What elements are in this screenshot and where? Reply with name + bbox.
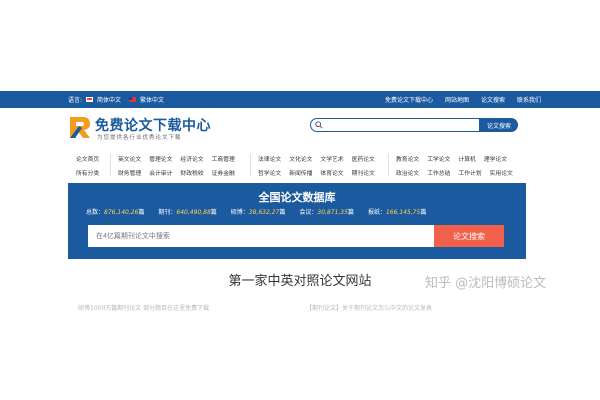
- main-search-button[interactable]: 论文搜索: [434, 225, 504, 247]
- language-label: 语言:: [68, 97, 83, 104]
- nav-item[interactable]: 期刊论文: [352, 168, 375, 177]
- top-link-search[interactable]: 论文搜索: [481, 95, 505, 104]
- stat-thesis: 硕博：38,632,27篇: [230, 209, 286, 216]
- nav-item[interactable]: 医药论文: [352, 154, 375, 163]
- category-nav: 论文首页 所有分类 英文论文 管理论文 经济论文 工商管理 财务管理 会计审计 …: [68, 150, 528, 180]
- main-search-input[interactable]: [88, 225, 434, 247]
- search-icon: [315, 121, 323, 129]
- list-item[interactable]: 硕博1000万篇期刊论文 部分题目在这里免费下载: [78, 303, 209, 312]
- top-bar: 语言: 简体中文 繁体中文 免费论文下载中心 网站地图 论文搜索 联系我们: [0, 91, 600, 108]
- nav-group-home: 论文首页 所有分类: [76, 154, 99, 177]
- header-search-box: [310, 118, 480, 132]
- list-item[interactable]: 【期刊论文】关于期刊论文怎么中文的论文发表: [306, 303, 432, 312]
- nav-item[interactable]: 法律论文: [258, 154, 281, 163]
- database-banner: 全国论文数据库 总数：876,140,26篇 期刊：640,490,88篇 硕博…: [68, 183, 526, 259]
- nav-divider: [110, 154, 111, 176]
- logo-title: 免费论文下载中心: [95, 118, 211, 134]
- header-search-button[interactable]: 论文搜索: [480, 118, 518, 132]
- nav-item[interactable]: 证券金融: [212, 168, 235, 177]
- top-links: 免费论文下载中心 网站地图 论文搜索 联系我们: [385, 95, 541, 104]
- nav-group-humanities: 法律论文 文化论文 文学艺术 医药论文 哲学论文 新闻传播 体育论文 期刊论文: [258, 154, 375, 177]
- flag-tw-icon: [129, 97, 137, 102]
- nav-item[interactable]: 财政税收: [180, 168, 203, 177]
- stat-newspaper: 报纸：166,145,75篇: [367, 209, 427, 216]
- nav-item[interactable]: 管理论文: [149, 154, 172, 163]
- top-link-sitemap[interactable]: 网站地图: [445, 95, 469, 104]
- nav-item[interactable]: 新闻传播: [289, 168, 312, 177]
- nav-item[interactable]: 论文首页: [76, 154, 99, 163]
- nav-item[interactable]: 工学论文: [427, 154, 450, 163]
- nav-item[interactable]: 工作计划: [458, 168, 481, 177]
- stat-total: 总数：876,140,26篇: [86, 209, 145, 216]
- nav-item[interactable]: 所有分类: [76, 168, 99, 177]
- nav-item[interactable]: 文学艺术: [320, 154, 343, 163]
- watermark: 知乎 @沈阳博硕论文: [425, 276, 547, 291]
- lang-simplified-link[interactable]: 简体中文: [97, 95, 121, 104]
- nav-group-business: 英文论文 管理论文 经济论文 工商管理 财务管理 会计审计 财政税收 证券金融: [118, 154, 235, 177]
- stat-conference: 会议：30,871,35篇: [299, 209, 354, 216]
- stat-journal: 期刊：640,490,88篇: [158, 209, 217, 216]
- nav-item[interactable]: 政治论文: [396, 168, 419, 177]
- nav-item[interactable]: 财务管理: [118, 168, 141, 177]
- nav-item[interactable]: 英文论文: [118, 154, 141, 163]
- nav-item[interactable]: 文化论文: [289, 154, 312, 163]
- top-link-contact[interactable]: 联系我们: [517, 95, 541, 104]
- nav-item[interactable]: 哲学论文: [258, 168, 281, 177]
- header-search-input[interactable]: [325, 119, 475, 131]
- nav-item[interactable]: 教育论文: [396, 154, 419, 163]
- top-link-download-center[interactable]: 免费论文下载中心: [385, 95, 433, 104]
- nav-group-science: 教育论文 工学论文 计算机 理学论文 政治论文 工作总结 工作计划 实用论文: [396, 154, 513, 177]
- stats-row: 总数：876,140,26篇 期刊：640,490,88篇 硕博：38,632,…: [86, 207, 426, 216]
- site-header: 免费论文下载中心 为您提供各行业优秀论文下载 论文搜索: [0, 108, 600, 146]
- banner-title: 全国论文数据库: [258, 191, 336, 204]
- logo-subtitle: 为您提供各行业优秀论文下载: [97, 135, 182, 141]
- site-logo[interactable]: 免费论文下载中心 为您提供各行业优秀论文下载: [67, 112, 211, 142]
- logo-r-icon: [70, 117, 90, 138]
- nav-item[interactable]: 计算机: [458, 154, 475, 163]
- nav-item[interactable]: 体育论文: [320, 168, 343, 177]
- lang-traditional-link[interactable]: 繁体中文: [140, 95, 164, 104]
- nav-item[interactable]: 理学论文: [484, 154, 507, 163]
- nav-item[interactable]: 经济论文: [180, 154, 203, 163]
- nav-item[interactable]: 实用论文: [490, 168, 513, 177]
- nav-item[interactable]: 会计审计: [149, 168, 172, 177]
- nav-item[interactable]: 工作总结: [427, 168, 450, 177]
- flag-cn-icon: [86, 97, 94, 102]
- nav-item[interactable]: 工商管理: [212, 154, 235, 163]
- nav-divider: [388, 154, 389, 176]
- language-switcher: 语言: 简体中文 繁体中文: [68, 95, 164, 104]
- nav-divider: [250, 154, 251, 176]
